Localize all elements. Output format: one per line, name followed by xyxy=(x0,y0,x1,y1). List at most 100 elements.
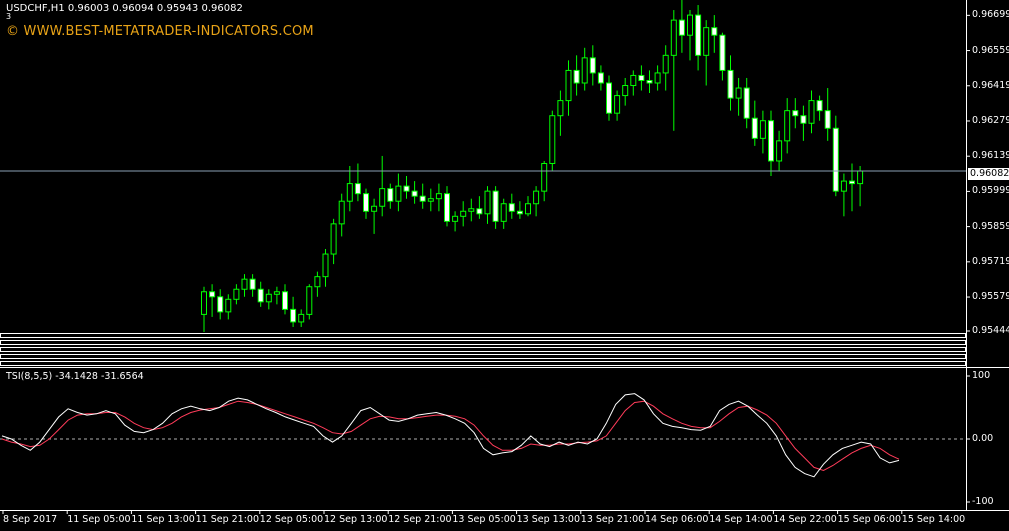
candle-body xyxy=(516,210,523,215)
candle xyxy=(857,166,864,207)
time-axis-label: 11 Sep 13:00 xyxy=(131,514,195,525)
candle xyxy=(468,198,475,222)
candle xyxy=(241,274,248,297)
candle xyxy=(363,188,369,219)
candle xyxy=(614,90,621,121)
candlestick-series xyxy=(201,0,864,332)
candle xyxy=(735,77,742,116)
candle-body xyxy=(784,110,791,142)
time-axis-label: 14 Sep 06:00 xyxy=(645,514,709,525)
time-axis-label: 11 Sep 21:00 xyxy=(195,514,260,525)
candle xyxy=(759,110,766,154)
time-axis-label: 14 Sep 14:00 xyxy=(709,514,773,525)
candle xyxy=(298,309,305,327)
candle xyxy=(290,296,297,327)
candle-body xyxy=(508,203,515,212)
candle-body xyxy=(840,180,847,192)
collapsed-panel xyxy=(0,333,966,338)
candle-body xyxy=(662,54,669,74)
candle-body xyxy=(525,203,531,215)
candle-body xyxy=(282,291,288,310)
time-axis-label: 12 Sep 05:00 xyxy=(259,514,324,525)
candle xyxy=(606,75,612,121)
candle-body xyxy=(557,100,564,117)
candle-body xyxy=(468,208,475,212)
candle-body xyxy=(622,85,629,97)
tsi-signal-line xyxy=(1,400,900,472)
time-axis-label: 15 Sep 06:00 xyxy=(837,514,902,525)
candle xyxy=(784,98,791,154)
candle xyxy=(338,193,345,237)
time-axis-label: 14 Sep 22:00 xyxy=(773,514,837,525)
candle xyxy=(549,110,556,172)
candle xyxy=(484,186,491,224)
candle xyxy=(249,274,256,297)
time-axis-label: 13 Sep 13:00 xyxy=(516,514,581,525)
candle-body xyxy=(768,120,774,162)
candle xyxy=(662,45,669,91)
candle-body xyxy=(209,291,216,298)
collapsed-panel xyxy=(0,361,966,366)
candle-body xyxy=(298,313,305,323)
candle xyxy=(444,186,450,227)
candle-body xyxy=(395,185,402,202)
candle xyxy=(492,186,499,229)
price-chart-canvas[interactable] xyxy=(0,0,1009,531)
candle xyxy=(201,286,207,332)
candle-body xyxy=(541,162,548,192)
candle-body xyxy=(354,183,361,195)
tsi-indicator-panel xyxy=(0,393,966,478)
candle-body xyxy=(201,291,207,315)
time-axis-label: 13 Sep 21:00 xyxy=(580,514,645,525)
candle xyxy=(379,155,386,217)
collapsed-indicator-panels xyxy=(0,333,1009,368)
candle-body xyxy=(379,188,386,207)
candle-body xyxy=(832,127,839,192)
candle xyxy=(346,166,353,212)
candle xyxy=(330,218,337,265)
candle xyxy=(589,45,596,86)
candle-body xyxy=(670,19,677,56)
candle xyxy=(322,249,329,287)
candle-body xyxy=(444,193,450,222)
candle xyxy=(533,186,540,217)
candle xyxy=(403,176,410,199)
candle-body xyxy=(217,296,224,313)
candle-body xyxy=(606,82,612,114)
candle xyxy=(670,10,677,131)
candle-body xyxy=(776,140,783,162)
watermark-text: © WWW.BEST-METATRADER-INDICATORS.COM xyxy=(6,24,314,39)
candle-body xyxy=(597,72,604,84)
current-price-tag: 0.96082 xyxy=(968,168,1009,180)
candle xyxy=(711,15,718,53)
candle xyxy=(306,284,313,320)
candle-body xyxy=(751,117,758,139)
candle-body xyxy=(363,193,369,212)
candle xyxy=(209,284,216,317)
candle-body xyxy=(233,288,240,300)
candle-body xyxy=(646,79,653,84)
chart-window[interactable]: USDCHF,H1 0.96003 0.96094 0.95943 0.9608… xyxy=(0,0,1009,531)
time-axis-label: 15 Sep 14:00 xyxy=(901,514,966,525)
candle xyxy=(768,110,774,177)
collapsed-panel xyxy=(0,347,966,352)
candle-body xyxy=(476,208,483,215)
candle xyxy=(687,10,693,61)
candle-body xyxy=(241,278,248,290)
candle xyxy=(573,55,580,96)
candle xyxy=(727,55,734,111)
candle-body xyxy=(824,110,831,129)
candle-body xyxy=(711,27,718,36)
candle-body xyxy=(533,190,540,205)
candle xyxy=(452,211,459,232)
candle-body xyxy=(800,115,807,124)
candle-body xyxy=(306,286,313,315)
candle-body xyxy=(695,14,702,56)
candle xyxy=(695,5,702,71)
price-axis-label: 0.96279 xyxy=(972,114,1009,126)
time-axis-label: 13 Sep 05:00 xyxy=(452,514,516,525)
candle xyxy=(646,70,653,94)
candle-body xyxy=(411,190,418,197)
candle-body xyxy=(816,100,823,112)
candle xyxy=(225,294,232,320)
